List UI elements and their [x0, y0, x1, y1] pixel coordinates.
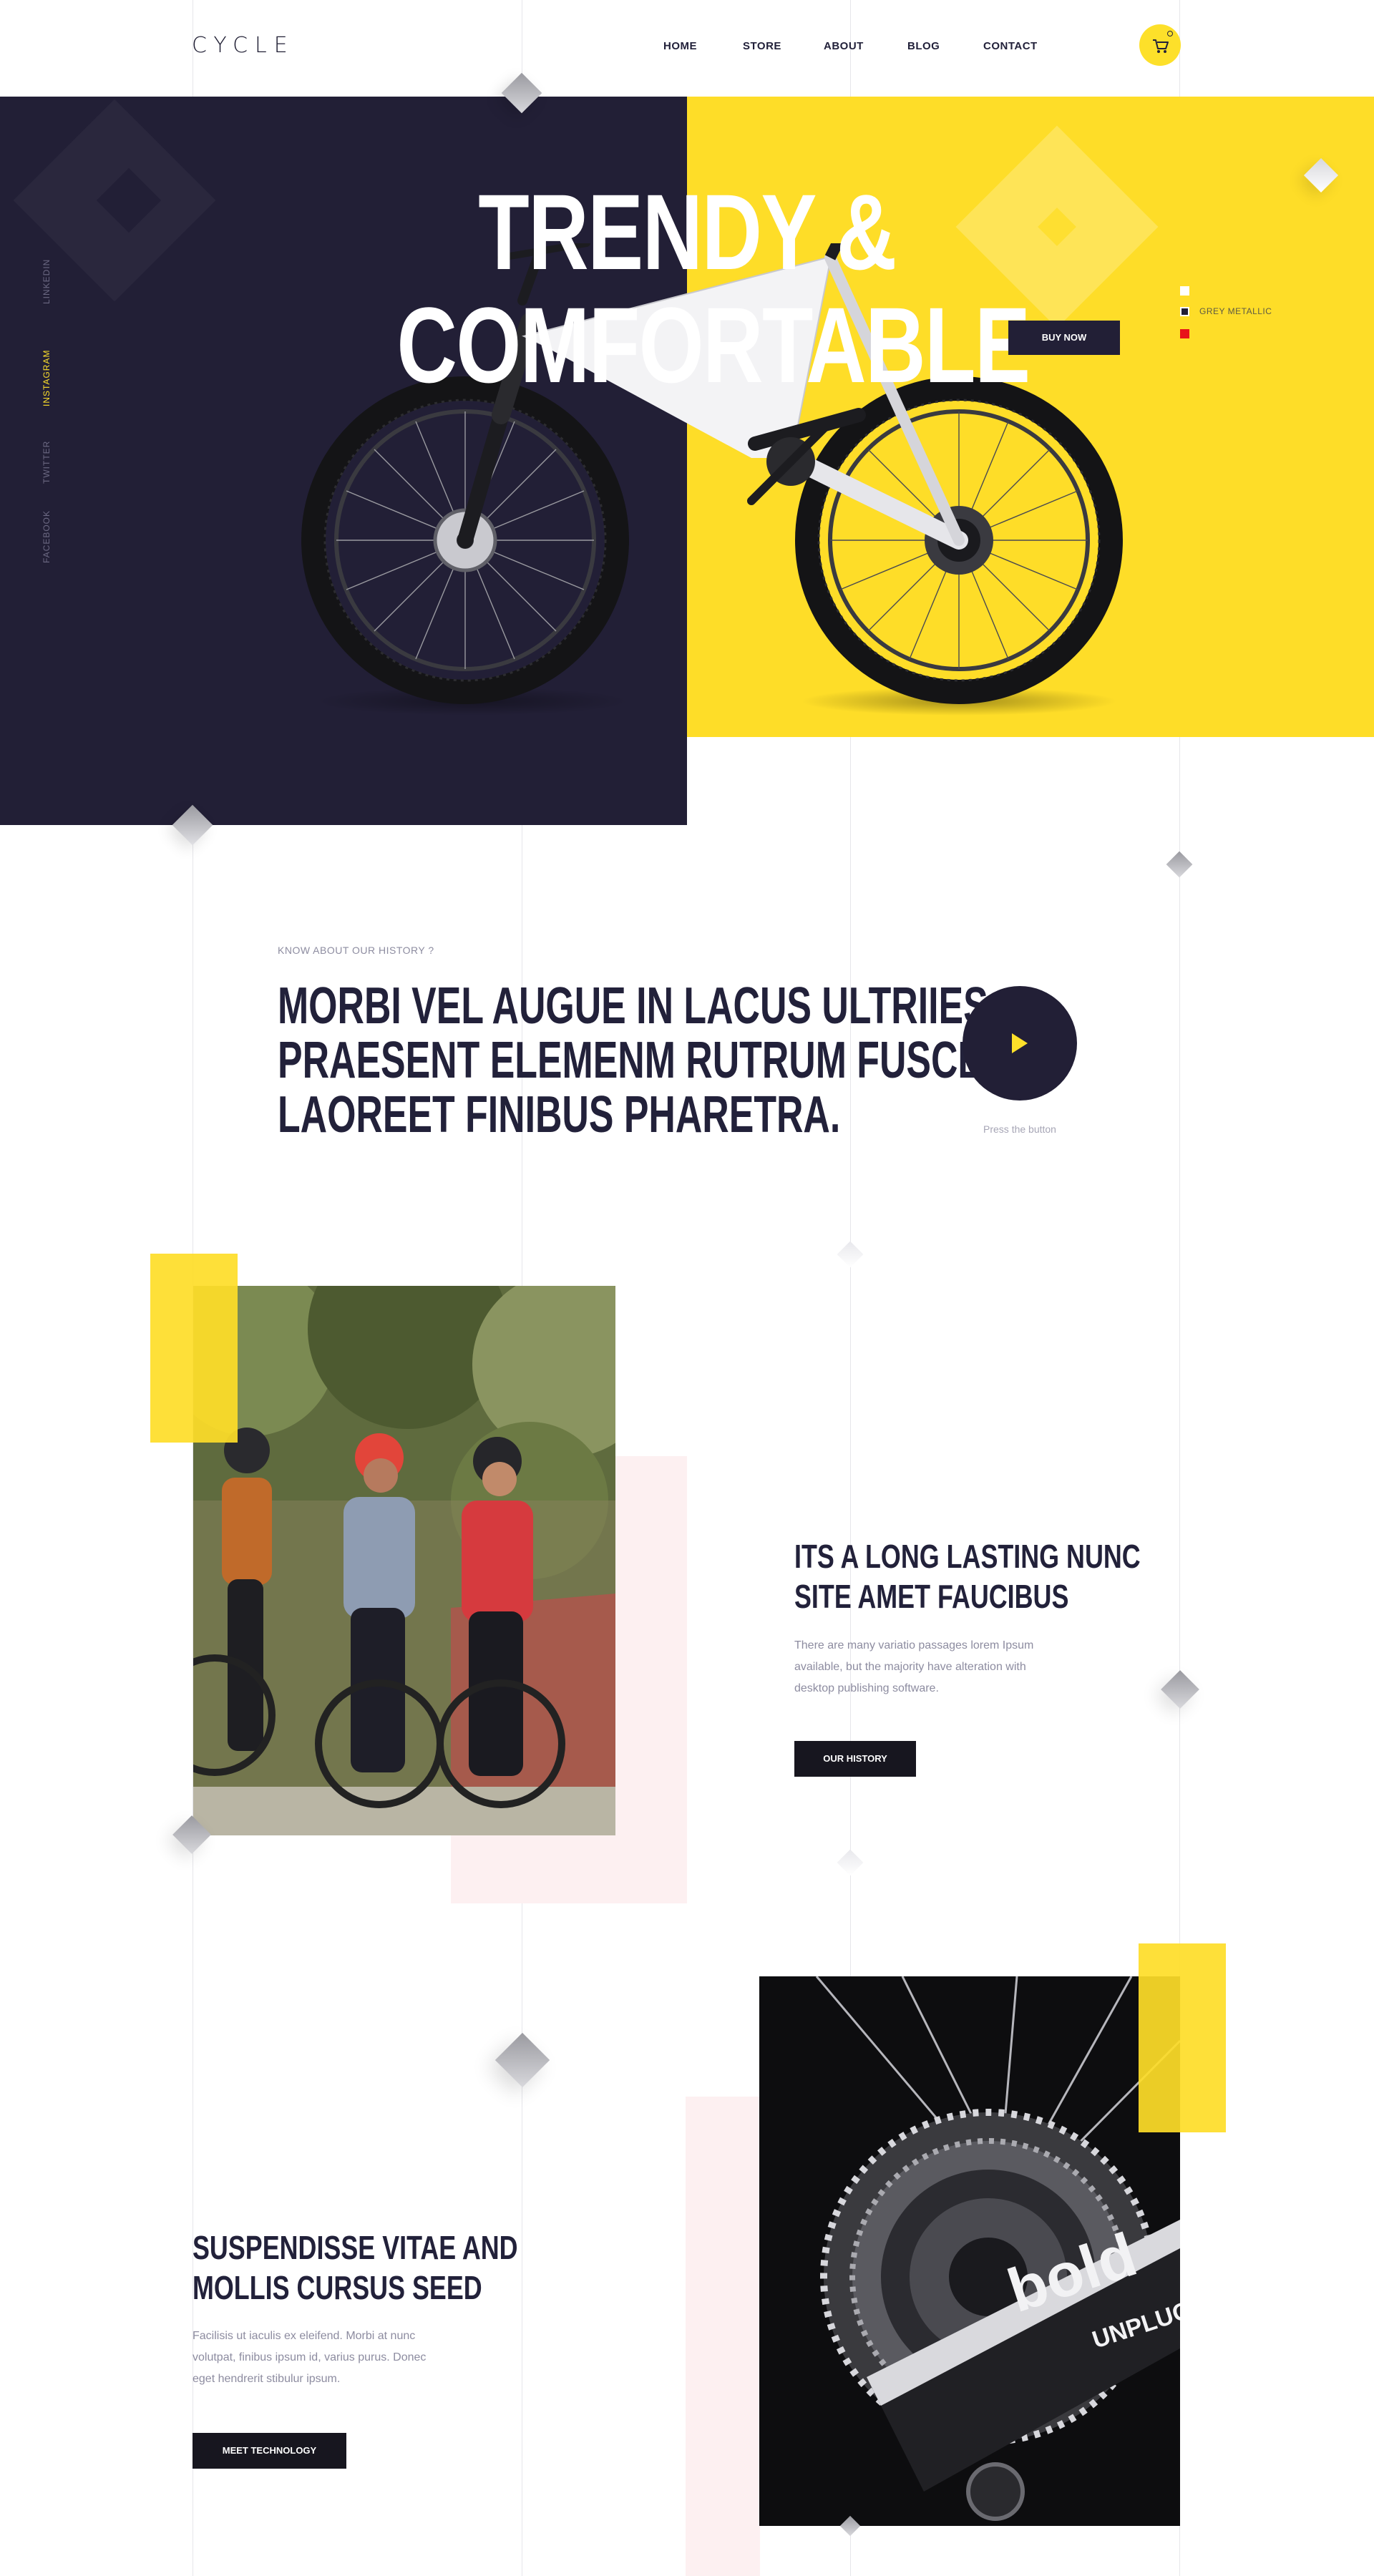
- social-facebook[interactable]: FACEBOOK: [42, 510, 52, 563]
- history-text: There are many variatio passages lorem I…: [794, 1635, 1033, 1699]
- cart-icon: [1153, 39, 1169, 53]
- selected-color-label: GREY METALLIC: [1199, 306, 1272, 316]
- color-swatch-white[interactable]: [1180, 286, 1189, 296]
- intro-headline-line: MORBI VEL AUGUE IN LACUS ULTRIIES: [278, 977, 988, 1035]
- grid-diamond: [837, 1241, 864, 1268]
- meet-technology-button[interactable]: MEET TECHNOLOGY: [193, 2433, 346, 2469]
- technology-title-line: MOLLIS CURSUS SEED: [193, 2269, 482, 2306]
- press-button-label: Press the button: [983, 1123, 1056, 1135]
- technology-text-line: eget hendrerit stibulur ipsum.: [193, 2373, 341, 2385]
- social-instagram[interactable]: INSTAGRAM: [42, 350, 52, 406]
- technology-text: Facilisis ut iaculis ex eleifend. Morbi …: [193, 2326, 426, 2390]
- play-icon: [1012, 1033, 1028, 1053]
- technology-title-line: SUSPENDISSE VITAE AND: [193, 2229, 518, 2266]
- grid-diamond: [494, 2032, 550, 2088]
- hero-title: TRENDY & COMFORTABLE: [396, 172, 1030, 405]
- history-text-line: available, but the majority have alterat…: [794, 1661, 1026, 1673]
- pink-backdrop: [686, 2097, 760, 2576]
- nav-store[interactable]: STORE: [743, 40, 781, 52]
- grid-diamond: [1166, 851, 1193, 878]
- technology-title: SUSPENDISSE VITAE AND MOLLIS CURSUS SEED: [193, 2228, 518, 2308]
- intro-eyebrow: KNOW ABOUT OUR HISTORY ?: [278, 945, 434, 956]
- history-title-line: SITE AMET FAUCIBUS: [794, 1578, 1069, 1615]
- cart-button[interactable]: [1139, 24, 1181, 66]
- hero-title-line: COMFORTABLE: [396, 285, 1030, 405]
- intro-headline-line: LAOREET FINIBUS PHARETRA.: [278, 1086, 841, 1143]
- nav-blog[interactable]: BLOG: [907, 40, 940, 52]
- technology-text-line: Facilisis ut iaculis ex eleifend. Morbi …: [193, 2330, 416, 2342]
- cyclists-illustration: [193, 1286, 615, 1835]
- site-logo[interactable]: CYCLE: [192, 33, 295, 58]
- our-history-button[interactable]: OUR HISTORY: [794, 1741, 916, 1777]
- history-text-line: There are many variatio passages lorem I…: [794, 1639, 1034, 1652]
- history-title: ITS A LONG LASTING NUNC SITE AMET FAUCIB…: [794, 1536, 1141, 1616]
- cassette-illustration: bold UNPLUGGED: [759, 1976, 1180, 2526]
- grid-diamond: [837, 1849, 864, 1876]
- history-title-line: ITS A LONG LASTING NUNC: [794, 1538, 1141, 1575]
- history-text-line: desktop publishing software.: [794, 1682, 939, 1694]
- cart-badge: [1167, 31, 1173, 36]
- nav-home[interactable]: HOME: [663, 40, 697, 52]
- social-twitter[interactable]: TWITTER: [42, 441, 52, 484]
- hero-title-line: TRENDY &: [478, 172, 897, 292]
- technology-text-line: volutpat, finibus ipsum id, varius purus…: [193, 2351, 427, 2363]
- yellow-accent-block: [1139, 1943, 1226, 2132]
- intro-headline-line: PRAESENT ELEMENM RUTRUM FUSCE: [278, 1032, 983, 1089]
- play-button[interactable]: [963, 986, 1077, 1101]
- buy-now-button[interactable]: BUY NOW: [1008, 321, 1120, 355]
- color-swatch-grey-metallic[interactable]: [1180, 307, 1189, 316]
- color-swatch-red[interactable]: [1180, 329, 1189, 338]
- intro-headline: MORBI VEL AUGUE IN LACUS ULTRIIES PRAESE…: [278, 977, 988, 1143]
- grid-diamond: [1161, 1670, 1199, 1709]
- cyclists-photo: [193, 1286, 615, 1835]
- yellow-accent-block: [150, 1254, 238, 1443]
- cassette-photo: bold UNPLUGGED: [759, 1976, 1180, 2526]
- nav-about[interactable]: ABOUT: [824, 40, 864, 52]
- nav-contact[interactable]: CONTACT: [983, 40, 1038, 52]
- social-linkedin[interactable]: LINKEDIN: [42, 259, 52, 304]
